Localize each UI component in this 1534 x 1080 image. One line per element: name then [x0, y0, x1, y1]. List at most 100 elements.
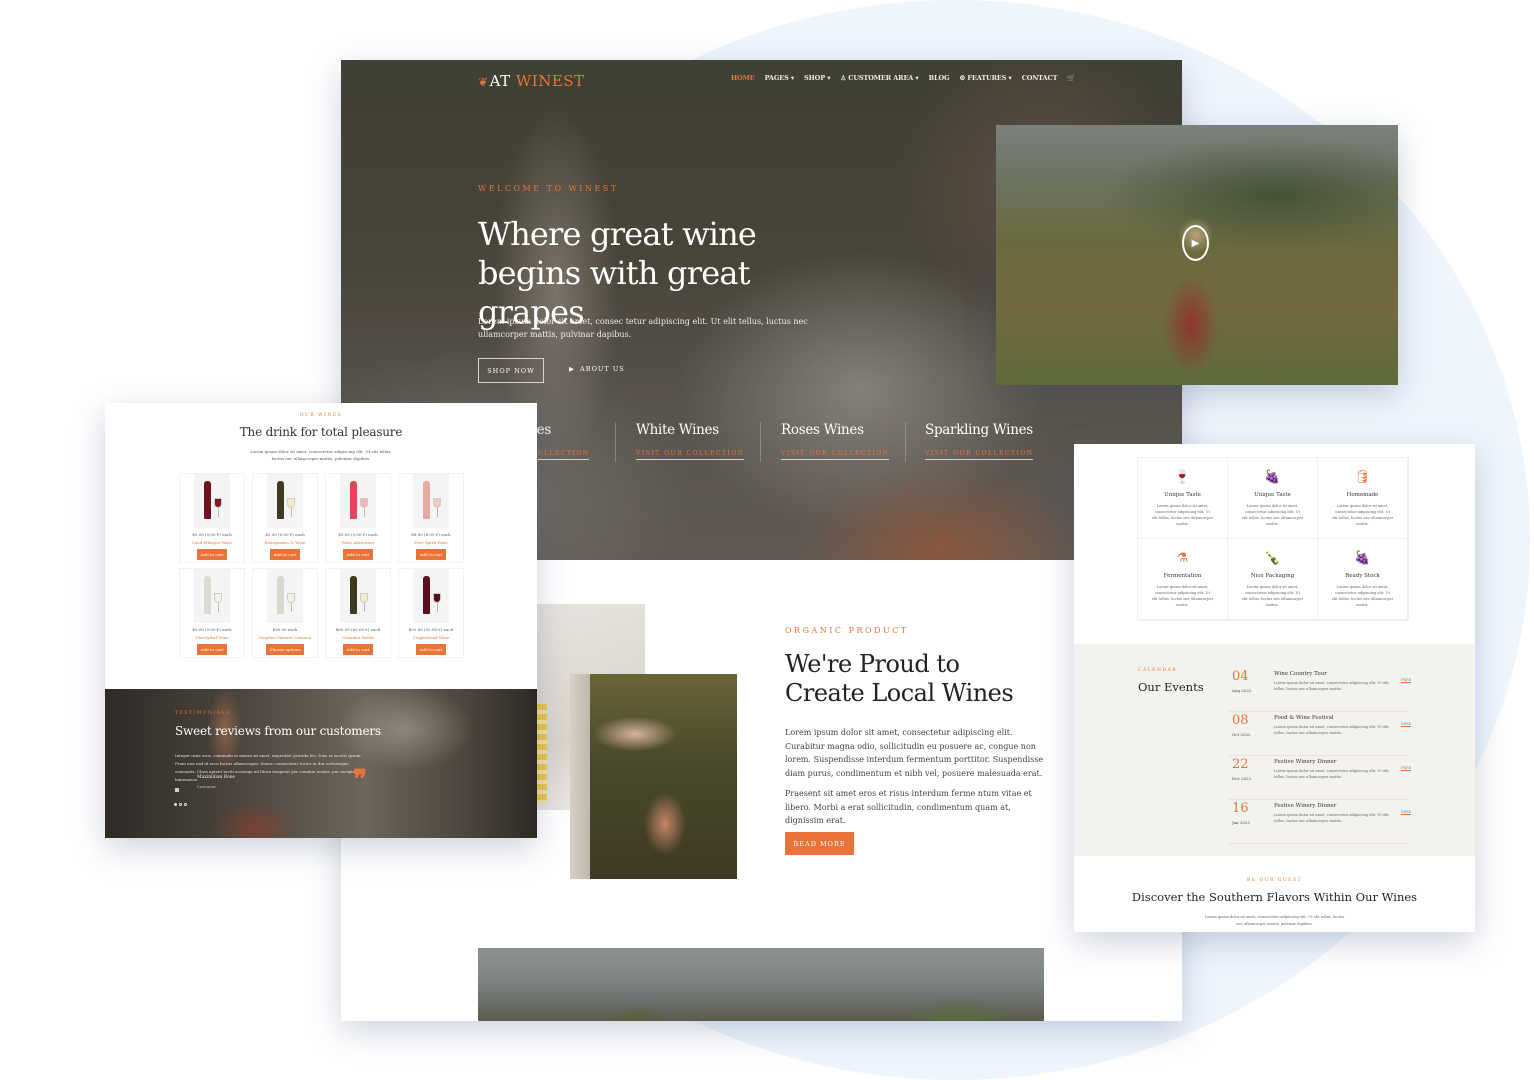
add-to-cart-button[interactable]: Add to cart: [343, 549, 373, 560]
video-preview[interactable]: ▶: [996, 125, 1398, 385]
add-to-cart-button[interactable]: Choose options: [266, 644, 304, 655]
logo-prefix: AT: [489, 72, 511, 90]
product-card: $65.00 (65.00 €) each Chamber Bottle Add t…: [325, 568, 391, 658]
product-card: $5.00 (5.00 €) each Wine Adventure Add to …: [325, 473, 391, 563]
event-month: Oct 2022: [1232, 732, 1251, 737]
product-card: $30.00 each Stephen Vincent Crimson Choose…: [252, 568, 318, 658]
wines-title: The drink for total pleasure: [239, 425, 403, 439]
add-to-cart-button[interactable]: Add to cart: [197, 549, 227, 560]
product-name[interactable]: Stephen Vincent Crimson: [253, 635, 317, 640]
product-card: $5.00 (5.00 €) each Cherryleaf Wine Add to…: [179, 568, 245, 658]
shop-now-button[interactable]: SHOP NOW: [478, 358, 544, 383]
event-title[interactable]: Food & Wine Festival: [1274, 715, 1334, 721]
feature-item: 🍷 Unique Taste Lorem ipsum dolor sit amet,…: [1138, 458, 1228, 539]
nav-shop[interactable]: SHOP ▾: [804, 74, 830, 82]
product-name[interactable]: Free Spirit Wine: [399, 540, 463, 545]
product-name[interactable]: Wine Adventure: [326, 540, 390, 545]
event-text: Lorem ipsum dolor sit amet, consectetur …: [1274, 681, 1389, 691]
feature-item: 🍾 Nice Packaging Lorem ipsum dolor sit ame…: [1228, 539, 1318, 620]
carousel-dot[interactable]: [179, 803, 182, 806]
product-name[interactable]: Copperhead Wine: [399, 635, 463, 640]
product-name[interactable]: Cherryleaf Wine: [180, 635, 244, 640]
event-link[interactable]: FREE: [1401, 678, 1412, 683]
hero-description: Lorem ipsum dolor sit amet, consec tetur…: [478, 317, 808, 339]
read-more-button[interactable]: READ MORE: [785, 832, 854, 855]
nav-pages[interactable]: PAGES ▾: [765, 74, 795, 82]
bottle-shape: [423, 576, 430, 614]
event-link[interactable]: FREE: [1401, 766, 1412, 771]
event-text: Lorem ipsum dolor sit amet, consectetur …: [1274, 813, 1389, 823]
carousel-dot[interactable]: [184, 803, 187, 806]
add-to-cart-button[interactable]: Add to cart: [197, 644, 227, 655]
events-section: CALENDAR Our Events 04 Aug 2022 Wine Count…: [1074, 644, 1475, 856]
testimonial-author: Maximilian Rose: [197, 775, 235, 780]
product-image[interactable]: [194, 474, 230, 528]
bottle-shape: [423, 481, 430, 519]
glass-shape: [433, 593, 441, 603]
collection-link[interactable]: VISIT OUR COLLECTION: [781, 450, 890, 460]
product-card: $92.00 (92.00 €) each Copperhead Wine Add …: [398, 568, 464, 658]
event-text: Lorem ipsum dolor sit amet, consectetur …: [1274, 725, 1389, 735]
event-title[interactable]: Wine Country Tour: [1274, 671, 1327, 677]
collection-title: White Wines: [636, 422, 719, 438]
testimonials-eyebrow: TESTIMONIALS: [175, 711, 231, 716]
product-name[interactable]: Chamber Bottle: [326, 635, 390, 640]
event-title[interactable]: Festive Winery Dinner: [1274, 759, 1336, 765]
feature-text: Lorem ipsum dolor sit amet, consectetur …: [1151, 504, 1214, 526]
bottle-shape: [204, 481, 211, 519]
event-day: 08: [1232, 713, 1249, 728]
nav-features[interactable]: ⚙ FEATURES ▾: [959, 74, 1011, 82]
nav-contact[interactable]: CONTACT: [1022, 74, 1058, 82]
glass-shape: [360, 498, 368, 508]
feature-item: 🍇 Ready Stock Lorem ipsum dolor sit amet, …: [1318, 539, 1408, 620]
product-grid: $5.00 (5.00 €) each Loud Whisper Wine Add …: [179, 473, 464, 658]
wine-pouring-photo: [570, 674, 737, 879]
product-price: $92.00 (92.00 €) each: [408, 627, 454, 632]
event-text: Lorem ipsum dolor sit amet, consectetur …: [1274, 769, 1389, 779]
play-video-button[interactable]: ▶: [1182, 225, 1209, 261]
logo[interactable]: ❦AT WINEST: [478, 72, 585, 90]
product-card: $5.00 (5.00 €) each Loud Whisper Wine Add …: [179, 473, 245, 563]
event-title[interactable]: Festive Winery Dinner: [1274, 803, 1336, 809]
event-link[interactable]: FREE: [1401, 810, 1412, 815]
glass-stem: [363, 508, 365, 517]
product-image[interactable]: [340, 474, 376, 528]
add-to-cart-button[interactable]: Add to cart: [343, 644, 373, 655]
divider: [615, 422, 616, 462]
feature-item: ⚗ Fermentation Lorem ipsum dolor sit amet,…: [1138, 539, 1228, 620]
feature-title: Ready Stock: [1345, 573, 1380, 579]
product-price: $65.00 (65.00 €) each: [335, 627, 381, 632]
product-image[interactable]: [194, 569, 230, 623]
wines-preview: OUR WINES The drink for total pleasure L…: [105, 403, 537, 838]
nav-home[interactable]: HOME: [731, 74, 755, 82]
product-image[interactable]: [413, 474, 449, 528]
product-image[interactable]: [267, 569, 303, 623]
product-image[interactable]: [267, 474, 303, 528]
product-name[interactable]: Loud Whisper Wine: [180, 540, 244, 545]
about-us-button[interactable]: ▶ ABOUT US: [569, 365, 625, 373]
grape-icon: ❦: [478, 75, 489, 89]
event-item: 08 Oct 2022 Food & Wine Festival Lorem ipsu…: [1229, 713, 1412, 756]
organic-paragraph: Praesent sit amet eros et risus interdum…: [785, 789, 1032, 825]
feature-title: Homemade: [1346, 492, 1379, 498]
feature-text: Lorem ipsum dolor sit amet, consectetur …: [1151, 585, 1214, 607]
carousel-dot[interactable]: [174, 803, 177, 806]
product-image[interactable]: [413, 569, 449, 623]
cart-icon[interactable]: 🛒: [1067, 74, 1075, 82]
event-link[interactable]: FREE: [1401, 722, 1412, 727]
add-to-cart-button[interactable]: Add to cart: [416, 644, 446, 655]
hero-eyebrow: WELCOME TO WINEST: [478, 184, 619, 193]
collection-link[interactable]: VISIT OUR COLLECTION: [925, 450, 1034, 460]
product-name[interactable]: Bourgandes & Wine: [253, 540, 317, 545]
nav-customer-area[interactable]: ♙ CUSTOMER AREA ▾: [840, 74, 918, 82]
collection-roses: Roses Wines VISIT OUR COLLECTION: [781, 422, 911, 460]
wines-description: Lorem ipsum dolor sit amet, consectetur …: [250, 449, 392, 461]
nav-blog[interactable]: BLOG: [929, 74, 950, 82]
collection-link[interactable]: VISIT OUR COLLECTION: [636, 450, 745, 460]
product-image[interactable]: [340, 569, 376, 623]
add-to-cart-button[interactable]: Add to cart: [416, 549, 446, 560]
product-price: $8.00 (8.00 €) each: [411, 532, 451, 537]
event-item: 16 Jan 2023 Festive Winery Dinner Lorem ips…: [1229, 801, 1412, 844]
testimonials-title: Sweet reviews from our customers: [175, 724, 381, 738]
add-to-cart-button[interactable]: Add to cart: [270, 549, 300, 560]
